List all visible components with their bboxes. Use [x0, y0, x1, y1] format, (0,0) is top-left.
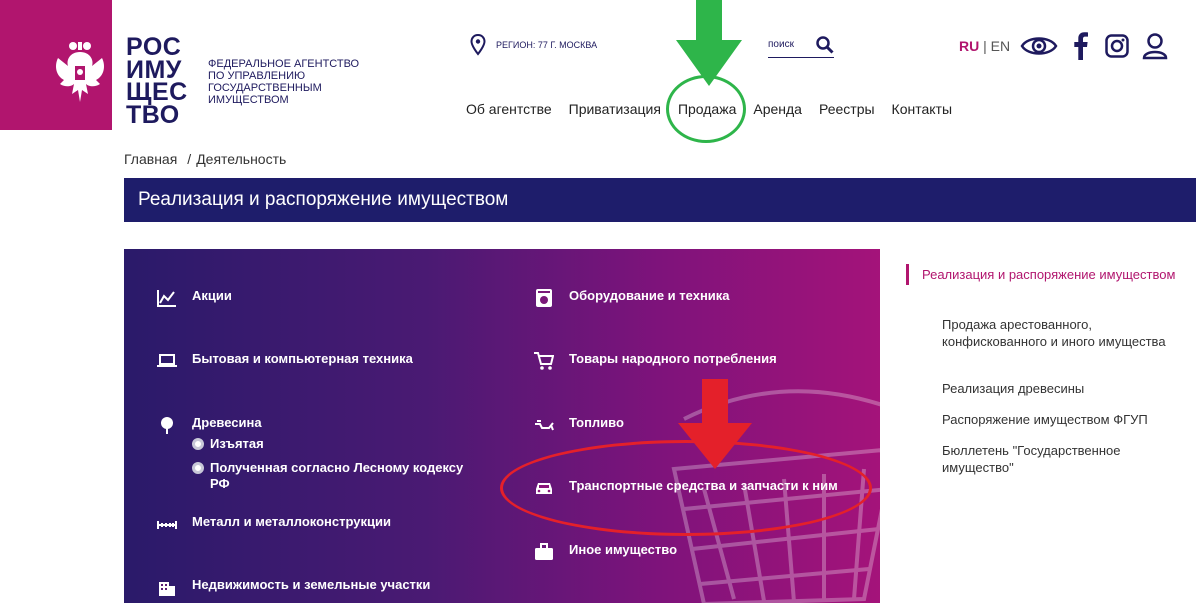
category-label: Металл и металлоконструкции: [192, 514, 391, 529]
location-pin-icon: [470, 34, 486, 56]
category-other-property[interactable]: Иное имущество: [533, 542, 677, 562]
category-label: Товары народного потребления: [569, 351, 777, 366]
sub-label: Полученная согласно Лесному кодексу РФ: [210, 460, 464, 491]
search-icon[interactable]: [816, 36, 834, 54]
lang-en[interactable]: EN: [991, 38, 1010, 54]
coat-of-arms-icon: [56, 42, 104, 102]
briefcase-icon: [535, 543, 553, 560]
category-label: Акции: [192, 288, 232, 303]
category-metal[interactable]: Металл и металлоконструкции: [156, 514, 391, 534]
breadcrumb-home[interactable]: Главная: [124, 151, 177, 167]
logo-block[interactable]: [0, 0, 122, 130]
radio-icon: [192, 462, 204, 474]
category-label: Топливо: [569, 415, 624, 430]
side-menu-item-arrested[interactable]: Продажа арестованного, конфискованного и…: [906, 316, 1166, 350]
page-title: Реализация и распоряжение имуществом: [124, 178, 1196, 222]
building-icon: [159, 582, 175, 596]
category-label: Иное имущество: [569, 542, 678, 557]
category-label: Оборудование и техника: [569, 288, 730, 303]
breadcrumb-separator: /: [187, 151, 192, 167]
nav-item-registries[interactable]: Реестры: [819, 101, 875, 117]
breadcrumb: Главная / Деятельность: [124, 151, 286, 167]
user-account-icon[interactable]: [1142, 32, 1168, 60]
sub-label: Изъятая: [210, 436, 264, 451]
side-menu-item-bulletin[interactable]: Бюллетень "Государственное имущество": [906, 442, 1166, 476]
region-selector[interactable]: РЕГИОН: 77 Г. МОСКВА: [470, 34, 597, 56]
category-electronics[interactable]: Бытовая и компьютерная техника: [156, 351, 413, 371]
logo-line: ТВО: [126, 100, 180, 129]
nav-item-contacts[interactable]: Контакты: [892, 101, 952, 117]
category-label: Бытовая и компьютерная техника: [192, 351, 413, 366]
nav-item-privatization[interactable]: Приватизация: [569, 101, 661, 117]
accessibility-eye-icon[interactable]: [1020, 32, 1058, 60]
chart-icon: [157, 290, 176, 307]
annotation-green-circle: [666, 75, 746, 143]
fuel-icon: [535, 420, 554, 431]
nav-item-about[interactable]: Об агентстве: [466, 101, 552, 117]
category-timber[interactable]: Древесина: [156, 415, 262, 435]
metal-icon: [157, 521, 177, 529]
nav-item-rent[interactable]: Аренда: [753, 101, 802, 117]
search-input[interactable]: поиск: [768, 34, 834, 58]
category-real-estate[interactable]: Недвижимость и земельные участки: [156, 577, 430, 597]
facebook-icon[interactable]: [1073, 32, 1089, 60]
cart-icon: [534, 352, 554, 370]
tree-icon: [161, 417, 173, 434]
region-label: РЕГИОН: 77 Г. МОСКВА: [496, 40, 598, 50]
language-switcher: RU | EN: [959, 38, 1010, 54]
category-label: Недвижимость и земельные участки: [192, 577, 431, 592]
timber-sub-confiscated[interactable]: Изъятая: [192, 436, 264, 451]
lang-ru[interactable]: RU: [959, 38, 979, 54]
timber-sub-forest-code[interactable]: Полученная согласно Лесному кодексу РФ: [192, 460, 482, 492]
category-equipment[interactable]: Оборудование и техника: [533, 288, 730, 308]
side-menu-item-timber[interactable]: Реализация древесины: [906, 380, 1166, 397]
side-menu-active-item[interactable]: Реализация и распоряжение имуществом: [906, 264, 1196, 285]
instagram-icon[interactable]: [1105, 32, 1129, 60]
category-shares[interactable]: Акции: [156, 288, 232, 308]
category-fuel[interactable]: Топливо: [533, 415, 624, 435]
side-menu-item-fgup[interactable]: Распоряжение имуществом ФГУП: [906, 411, 1166, 428]
side-menu: Реализация и распоряжение имуществом Про…: [906, 264, 1196, 475]
laptop-icon: [157, 354, 177, 367]
category-label: Древесина: [192, 415, 262, 430]
agency-name: Федеральное агентство по управлению госу…: [208, 58, 360, 106]
lang-separator: |: [979, 38, 991, 54]
equipment-icon: [536, 289, 552, 307]
category-consumer-goods[interactable]: Товары народного потребления: [533, 351, 777, 371]
radio-icon: [192, 438, 204, 450]
logo-wordmark[interactable]: РОС ИМУ ЩЕС ТВО: [126, 35, 198, 129]
annotation-red-ellipse: [500, 440, 872, 536]
breadcrumb-current[interactable]: Деятельность: [196, 151, 286, 167]
search-placeholder: поиск: [768, 39, 794, 50]
categories-panel: Акции Бытовая и компьютерная техника Дре…: [124, 249, 880, 603]
